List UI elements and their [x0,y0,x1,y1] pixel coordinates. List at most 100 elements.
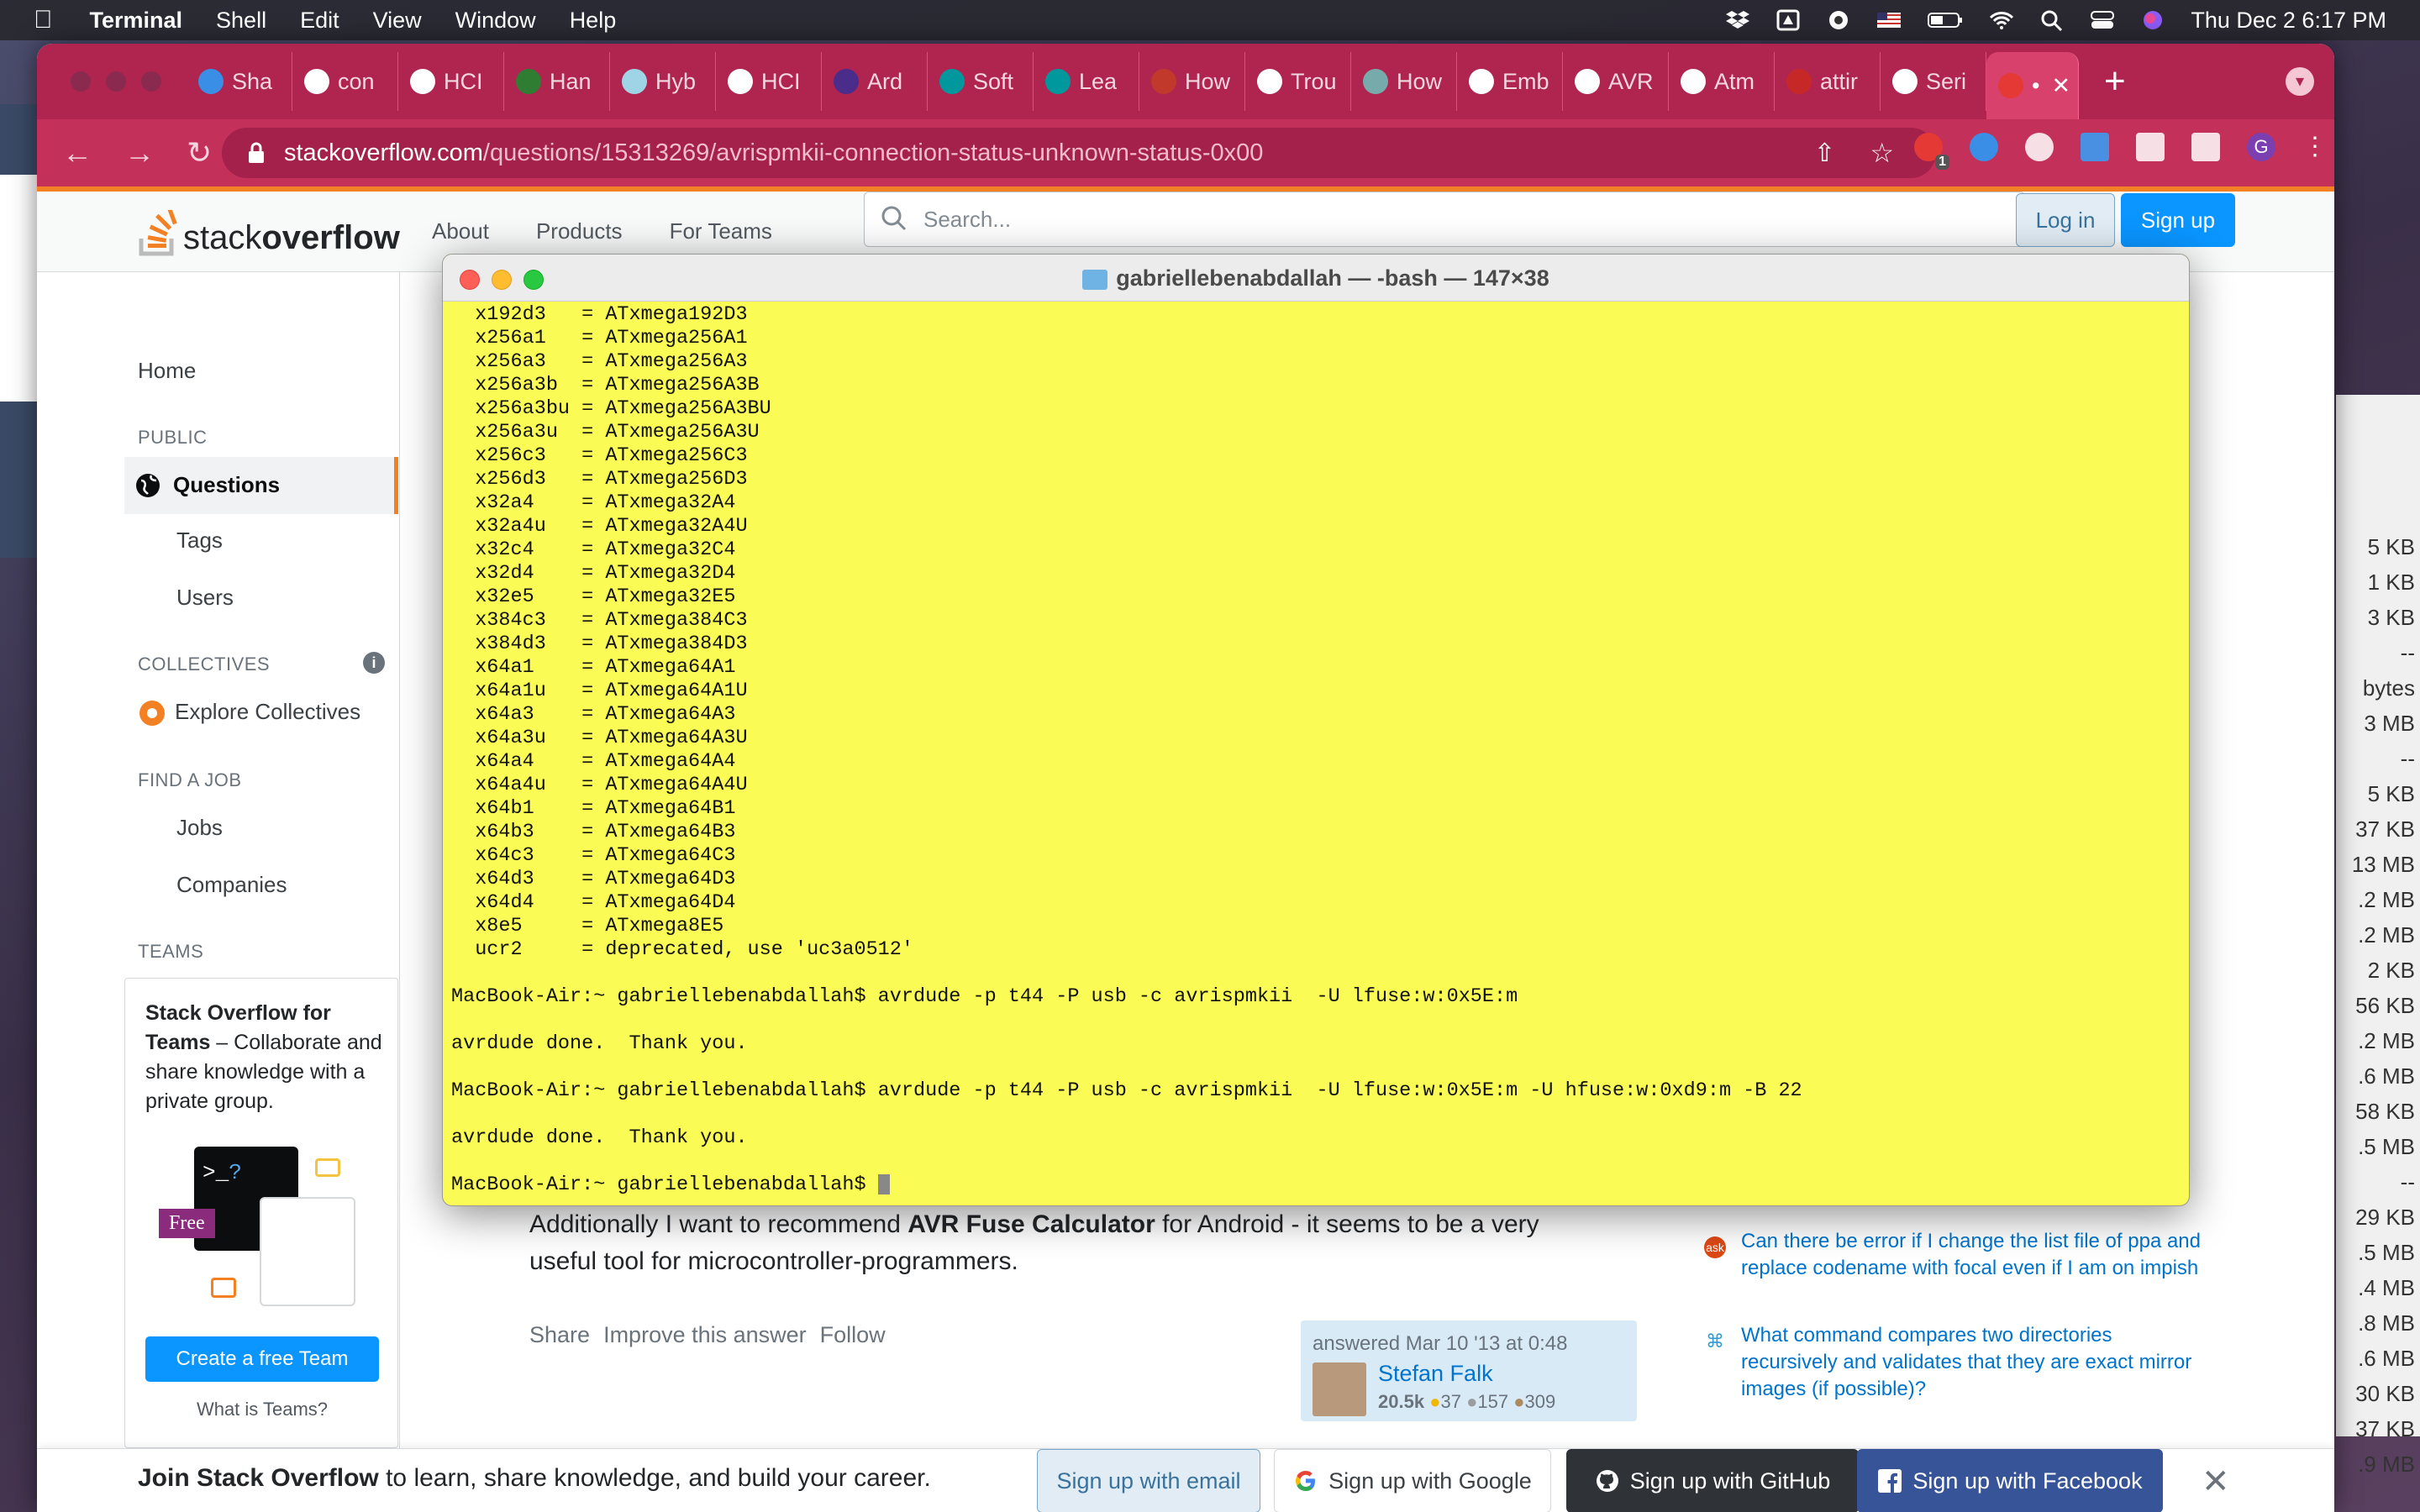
adblock-extension-icon[interactable]: 1 [1914,133,1949,170]
browser-tab[interactable]: Soft [928,52,1034,111]
browser-tab[interactable]: Lea [1034,52,1139,111]
new-tab-button[interactable]: + [2104,60,2126,102]
finder-size-cell: 5 KB [2367,781,2415,806]
browser-tab[interactable]: • ✕ [1986,52,2079,119]
control-center-icon[interactable] [2090,9,2115,31]
spotlight-search-icon[interactable] [2039,9,2065,31]
tab-search-chevron-icon[interactable]: ▾ [2286,67,2314,96]
address-bar[interactable]: stackoverflow.com/questions/15313269/avr… [222,128,1936,178]
dropbox-icon[interactable] [1725,9,1750,31]
so-search-input[interactable]: Search... [864,192,2025,247]
browser-tab[interactable]: attir [1775,52,1881,111]
siri-icon[interactable] [2140,9,2165,31]
browser-tab[interactable]: How [1351,52,1457,111]
vpn-icon[interactable] [1826,9,1851,31]
zoom-window-button[interactable] [141,71,161,92]
browser-tab[interactable]: Sha [187,52,292,111]
chat-bubble-icon [315,1158,340,1177]
nav-about[interactable]: About [432,218,489,244]
sidebar-item-explore-collectives[interactable]: Explore Collectives [175,699,360,725]
follow-link[interactable]: Follow [820,1322,886,1348]
finder-size-cell: -- [2400,1169,2415,1194]
signup-github-button[interactable]: Sign up with GitHub [1566,1449,1859,1512]
sidebar-item-users[interactable]: Users [176,585,234,611]
battery-icon[interactable] [1927,9,1964,31]
terminal-minimize-button[interactable] [492,270,512,290]
browser-tab[interactable]: con [292,52,398,111]
flag-us-icon[interactable] [1876,9,1902,31]
back-arrow-icon[interactable]: ← [62,135,99,171]
minimize-window-button[interactable] [106,71,126,92]
terminal-titlebar[interactable]: gabriellebenabdallah — -bash — 147×38 [443,255,2189,302]
answer-link-avr-fuse-calculator[interactable]: AVR Fuse Calculator [908,1210,1155,1238]
login-button[interactable]: Log in [2016,193,2115,247]
what-is-teams-link[interactable]: What is Teams? [125,1399,399,1420]
menu-view[interactable]: View [373,8,422,34]
mendeley-extension-icon[interactable] [2025,133,2054,161]
collectives-icon [139,701,165,726]
browser-tab[interactable]: Hyb [610,52,716,111]
drive-icon[interactable] [1776,9,1801,31]
info-icon[interactable]: i [363,652,385,674]
reload-icon[interactable]: ↻ [187,135,224,171]
browser-tab[interactable]: Seri [1881,52,1986,111]
browser-tab[interactable]: AVR [1563,52,1669,111]
so-logo[interactable]: stackoverflow [138,210,400,257]
sidebar-item-jobs[interactable]: Jobs [176,815,223,841]
finder-size-cell: .2 MB [2358,1028,2415,1053]
wifi-icon[interactable] [1989,9,2014,31]
sidebar-item-questions[interactable]: Questions [124,457,398,514]
terminal-close-button[interactable] [460,270,480,290]
menu-window[interactable]: Window [455,8,536,34]
terminal-output[interactable]: x192d3 = ATxmega192D3 x256a1 = ATxmega25… [451,303,2174,1197]
menu-shell[interactable]: Shell [216,8,266,34]
user-avatar[interactable] [1313,1362,1366,1416]
sidebar-item-home[interactable]: Home [138,358,196,384]
menubar-datetime[interactable]: Thu Dec 2 6:17 PM [2191,8,2386,34]
related-question-1[interactable]: Can there be error if I change the list … [1741,1228,2212,1282]
menu-help[interactable]: Help [570,8,617,34]
share-link[interactable]: Share [529,1322,590,1348]
apple-icon[interactable]:  [34,6,53,34]
browser-tab[interactable]: Emb [1457,52,1563,111]
sidebar-item-tags[interactable]: Tags [176,528,223,554]
close-tab-icon[interactable]: ✕ [2051,73,2070,99]
signup-button[interactable]: Sign up [2121,193,2235,247]
terminal-prompt-line[interactable]: MacBook-Air:~ gabriellebenabdallah$ [451,1173,2174,1197]
forward-arrow-icon[interactable]: → [124,135,161,171]
menu-app-name[interactable]: Terminal [90,8,183,34]
tab-favicon-icon [410,69,435,94]
finder-size-cell: .2 MB [2358,887,2415,912]
related-question-2[interactable]: What command compares two directories re… [1741,1322,2212,1403]
browser-tab[interactable]: HCI [716,52,822,111]
browser-tab[interactable]: Trou [1245,52,1351,111]
browser-tab[interactable]: Atm [1669,52,1775,111]
browser-tab[interactable]: Han [504,52,610,111]
close-window-button[interactable] [71,71,91,92]
tab-title: How [1185,68,1231,94]
extensions-puzzle-icon[interactable] [2136,133,2165,161]
menu-edit[interactable]: Edit [300,8,339,34]
signup-google-button[interactable]: Sign up with Google [1274,1449,1551,1512]
sidebar-item-companies[interactable]: Companies [176,872,287,898]
media-control-icon[interactable] [2191,133,2220,161]
chrome-menu-icon[interactable]: ⋮ [2302,133,2328,161]
banner-close-icon[interactable]: ✕ [2202,1462,2230,1501]
terminal-zoom-button[interactable] [523,270,544,290]
user-name[interactable]: Stefan Falk [1378,1361,1493,1387]
signup-email-button[interactable]: Sign up with email [1037,1449,1260,1512]
docs-extension-icon[interactable] [2081,133,2109,161]
nav-products[interactable]: Products [536,218,623,244]
gem-extension-icon[interactable] [1970,133,1998,161]
nav-for-teams[interactable]: For Teams [670,218,772,244]
browser-tab[interactable]: Ard [822,52,928,111]
signup-facebook-button[interactable]: Sign up with Facebook [1857,1449,2163,1512]
bookmark-star-icon[interactable]: ☆ [1870,137,1894,169]
share-icon[interactable]: ⇧ [1814,139,1835,168]
browser-tab[interactable]: How [1139,52,1245,111]
finder-size-cell: .2 MB [2358,922,2415,948]
browser-tab[interactable]: HCI [398,52,504,111]
profile-avatar[interactable]: G [2247,133,2275,161]
create-team-button[interactable]: Create a free Team [145,1336,379,1382]
improve-answer-link[interactable]: Improve this answer [603,1322,807,1348]
